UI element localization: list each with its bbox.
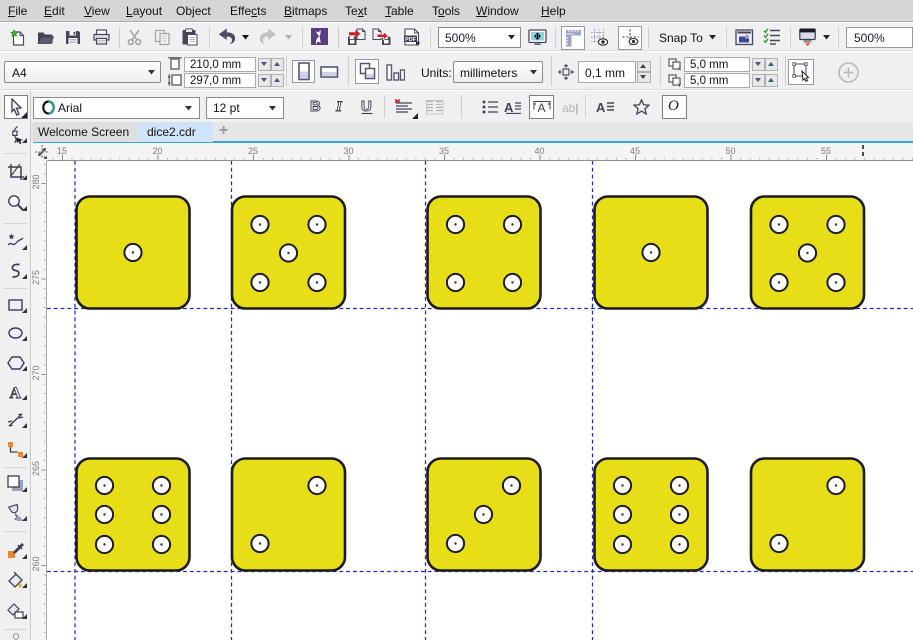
svg-text:275: 275 xyxy=(31,270,41,285)
svg-text:280: 280 xyxy=(31,174,41,189)
svg-text:265: 265 xyxy=(31,461,41,476)
svg-text:A: A xyxy=(596,100,606,114)
svg-text:A: A xyxy=(10,385,22,401)
svg-text:y: y xyxy=(678,83,681,87)
svg-text:I: I xyxy=(335,99,343,115)
svg-text:A: A xyxy=(504,100,514,114)
svg-text:U: U xyxy=(361,98,372,115)
svg-text:PDF: PDF xyxy=(405,37,416,43)
svg-text:mm: mm xyxy=(567,31,574,36)
svg-text:260: 260 xyxy=(31,556,41,571)
svg-text:x: x xyxy=(678,67,681,71)
svg-text:A: A xyxy=(538,101,546,115)
svg-text:270: 270 xyxy=(31,365,41,380)
svg-text:B: B xyxy=(310,98,321,115)
